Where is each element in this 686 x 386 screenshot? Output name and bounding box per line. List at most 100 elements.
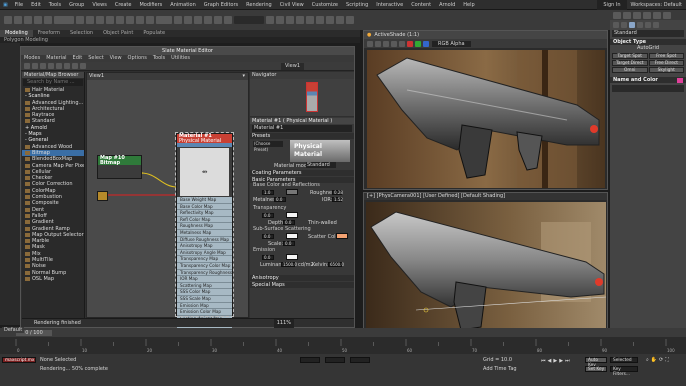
- menu-content[interactable]: Content: [407, 0, 435, 10]
- create-type-dropdown[interactable]: Standard: [612, 30, 684, 37]
- copy-image-icon[interactable]: [375, 40, 381, 47]
- scatter-color-swatch[interactable]: [336, 233, 348, 239]
- activeshade-image[interactable]: [367, 50, 605, 188]
- clear-icon[interactable]: [399, 40, 405, 47]
- key-filters-button[interactable]: Key Filters...: [610, 366, 638, 377]
- select-by-name-icon[interactable]: [86, 16, 94, 24]
- material-slot[interactable]: Scattering Map: [177, 282, 232, 290]
- angle-snap-icon[interactable]: [204, 16, 212, 24]
- polygon-modeling-bar[interactable]: Polygon Modeling: [0, 37, 360, 43]
- navigator-thumbnail[interactable]: [306, 82, 318, 112]
- geometry-icon[interactable]: [613, 21, 619, 28]
- transparency-color-swatch[interactable]: [286, 212, 298, 218]
- material-name-field[interactable]: Material #1: [252, 125, 352, 132]
- material-slot[interactable]: Emission Color Map: [177, 309, 232, 316]
- menu-tools[interactable]: Tools: [45, 0, 65, 10]
- object-name-field[interactable]: [612, 85, 684, 92]
- viewport-scene[interactable]: [366, 202, 606, 334]
- menu-help[interactable]: Help: [459, 0, 478, 10]
- select-icon[interactable]: [76, 16, 84, 24]
- go-to-end-icon[interactable]: ⏭: [565, 358, 570, 364]
- omni-button[interactable]: Omni: [612, 67, 648, 73]
- material-slot[interactable]: Metalness Map: [177, 229, 232, 237]
- slate-zoom-field[interactable]: 111%: [273, 318, 294, 328]
- menu-animation[interactable]: Animation: [166, 0, 200, 10]
- blue-channel-icon[interactable]: [423, 40, 429, 47]
- hide-unused-icon[interactable]: [80, 63, 86, 69]
- object-color-swatch[interactable]: [677, 77, 683, 83]
- go-to-start-icon[interactable]: ⏮: [541, 358, 546, 364]
- slate-menu-view[interactable]: View: [107, 55, 125, 62]
- render-setup-icon[interactable]: [326, 16, 334, 24]
- slate-menu-material[interactable]: Material: [43, 55, 69, 62]
- orbit-icon[interactable]: ⟳: [659, 357, 663, 363]
- play-icon[interactable]: ▶: [553, 358, 557, 364]
- maxscript-listener[interactable]: maxscript.mx: [2, 357, 36, 363]
- pivot-icon[interactable]: [174, 16, 182, 24]
- time-slider[interactable]: 0 / 100: [0, 328, 686, 337]
- material-slot[interactable]: Transparency Roughness: [177, 269, 232, 277]
- layout-all-icon[interactable]: [72, 63, 78, 69]
- render-icon[interactable]: [346, 16, 354, 24]
- signin-button[interactable]: Sign In: [597, 0, 627, 10]
- material-slot[interactable]: Diffuse Roughness Map: [177, 236, 232, 244]
- menu-edit[interactable]: Edit: [27, 0, 45, 10]
- rect-select-icon[interactable]: [96, 16, 104, 24]
- skylight-button[interactable]: Skylight: [648, 67, 684, 73]
- helpers-icon[interactable]: [645, 21, 651, 28]
- material-slot[interactable]: SSS Color Map: [177, 289, 232, 296]
- hierarchy-tab-icon[interactable]: [633, 11, 641, 19]
- material-slot[interactable]: Roughness Map: [177, 223, 232, 230]
- free-spot-button[interactable]: Free Spot: [648, 53, 684, 59]
- material-slot[interactable]: Anisotropy Map: [177, 243, 232, 250]
- shapes-icon[interactable]: [621, 21, 627, 28]
- material-mode-dropdown[interactable]: Standard: [306, 162, 336, 168]
- auto-key-button[interactable]: Auto Key: [585, 357, 607, 368]
- y-coord-field[interactable]: [325, 357, 345, 363]
- schematic-icon[interactable]: [306, 16, 314, 24]
- coating-rollout[interactable]: Coating Parameters: [250, 170, 354, 176]
- pan-icon[interactable]: ✋: [651, 357, 657, 363]
- material-slot[interactable]: SSS Scale Map: [177, 295, 232, 303]
- browser-search-input[interactable]: Search by Name ...: [23, 79, 83, 86]
- second-map-node[interactable]: [97, 191, 108, 201]
- material-slot[interactable]: Emission Map: [177, 302, 232, 310]
- node-view[interactable]: View1 ▾ Map #10 Bitmap Material #1 Physic…: [86, 72, 249, 329]
- depth-field[interactable]: 0.0: [283, 220, 295, 225]
- motion-tab-icon[interactable]: [643, 11, 651, 19]
- window-crossing-icon[interactable]: [106, 16, 114, 24]
- kelvin-field[interactable]: 6500.0: [328, 262, 344, 267]
- show-map-icon[interactable]: [56, 63, 62, 69]
- undo-icon[interactable]: [4, 16, 12, 24]
- luminance-field[interactable]: 1500.0: [281, 262, 297, 267]
- create-tab-icon[interactable]: [613, 11, 621, 19]
- bitmap-node[interactable]: Map #10 Bitmap: [97, 155, 142, 179]
- target-direct-button[interactable]: Target Direct: [612, 60, 648, 66]
- anisotropy-rollout[interactable]: Anisotropy: [250, 275, 354, 281]
- named-selection-sets[interactable]: [234, 16, 264, 24]
- ior-field[interactable]: 1.52: [332, 197, 343, 202]
- selection-filter[interactable]: [54, 16, 74, 24]
- tab-freeform[interactable]: Freeform: [33, 30, 65, 37]
- menu-arnold[interactable]: Arnold: [435, 0, 459, 10]
- material-slot[interactable]: Reflectivity Map: [177, 210, 232, 217]
- scale-field[interactable]: 0.0: [283, 241, 295, 246]
- placement-icon[interactable]: [146, 16, 154, 24]
- menu-file[interactable]: File: [11, 0, 27, 10]
- move-icon[interactable]: [116, 16, 124, 24]
- material-slot[interactable]: Transparency Map: [177, 256, 232, 263]
- menu-customize[interactable]: Customize: [308, 0, 342, 10]
- tab-selection[interactable]: Selection: [65, 30, 98, 37]
- menu-create[interactable]: Create: [111, 0, 136, 10]
- metalness-field[interactable]: 0.0: [274, 197, 286, 202]
- menu-rendering[interactable]: Rendering: [242, 0, 276, 10]
- lights-icon[interactable]: [629, 21, 635, 28]
- emission-field[interactable]: 0.0: [262, 255, 274, 260]
- render-frame-icon[interactable]: [336, 16, 344, 24]
- material-editor-icon[interactable]: [316, 16, 324, 24]
- material-node[interactable]: Material #1 Physical Material ⇴ Base Wei…: [175, 132, 234, 329]
- transparency-field[interactable]: 0.0: [262, 213, 274, 218]
- display-tab-icon[interactable]: [653, 11, 661, 19]
- redo-icon[interactable]: [14, 16, 22, 24]
- material-slot[interactable]: Anisotropy Angle Map: [177, 249, 232, 257]
